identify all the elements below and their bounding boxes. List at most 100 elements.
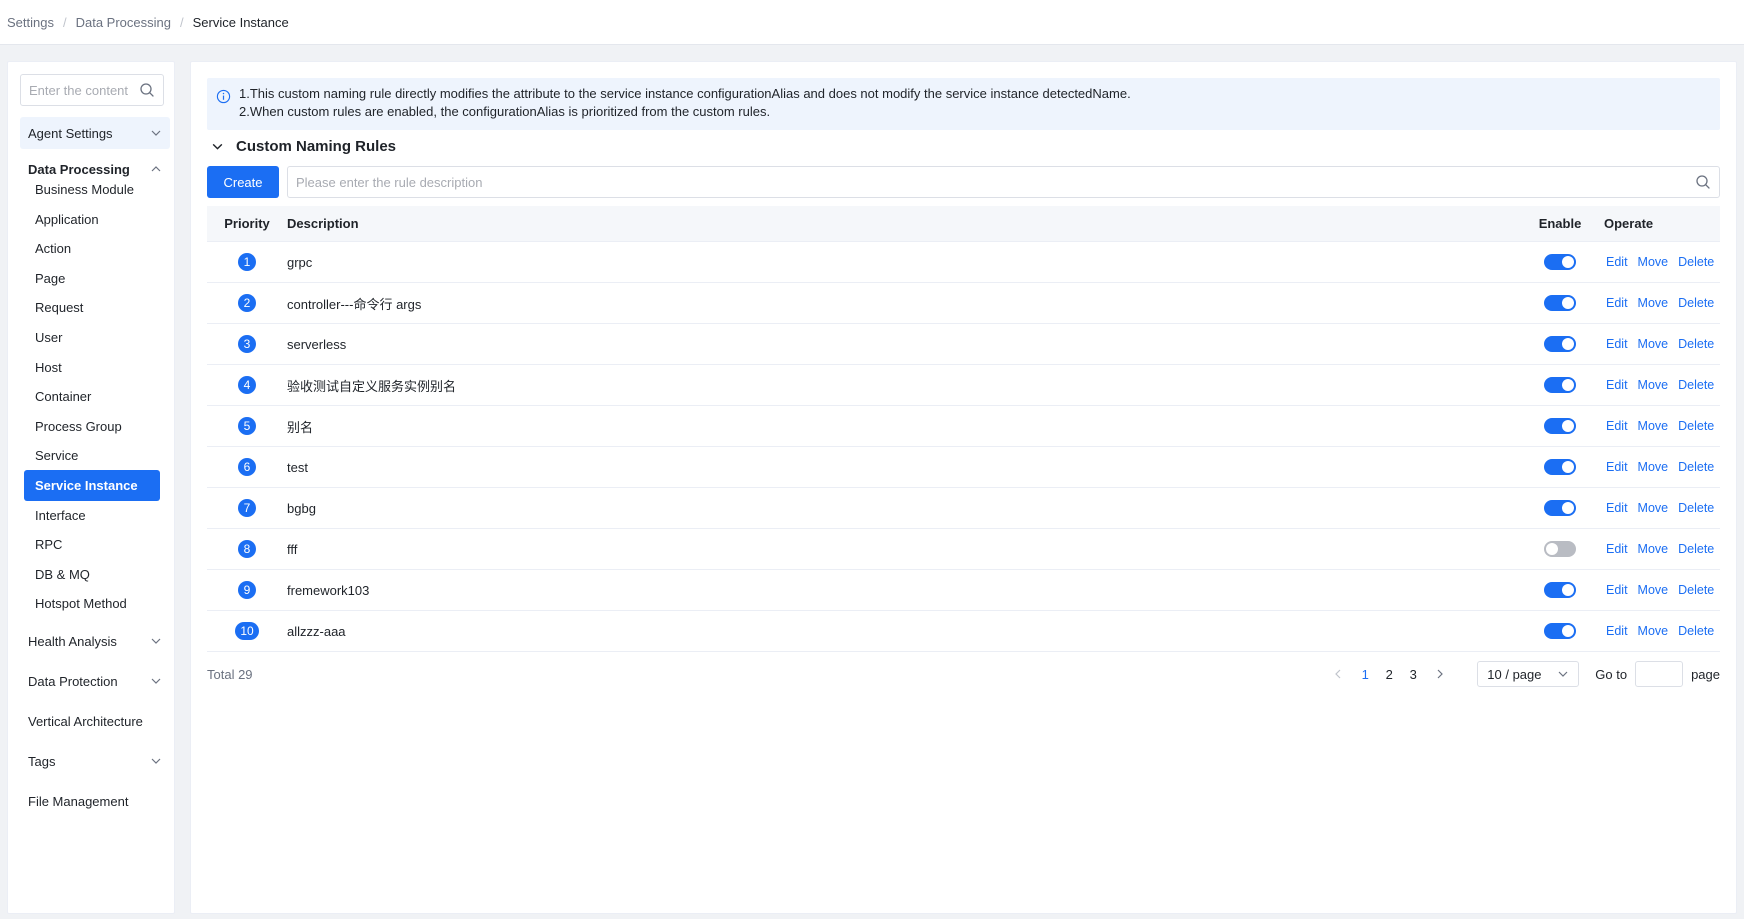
edit-link[interactable]: Edit [1606,296,1628,310]
chevron-down-icon [212,143,223,150]
page-size-select[interactable]: 10 / page [1477,661,1580,687]
sidebar-group-tags[interactable]: Tags [20,745,170,777]
enable-toggle[interactable] [1544,254,1576,270]
chevron-left-icon[interactable] [1332,668,1344,680]
rule-description: fff [287,541,298,557]
info-icon [216,89,231,104]
notice-line-2: 2.When custom rules are enabled, the con… [239,104,771,119]
move-link[interactable]: Move [1638,255,1669,269]
sidebar-item-host[interactable]: Host [24,352,160,383]
edit-link[interactable]: Edit [1606,624,1628,638]
delete-link[interactable]: Delete [1678,255,1714,269]
sidebar-group-data-protection[interactable]: Data Protection [20,665,170,697]
sidebar-search-input[interactable] [29,82,139,98]
table-row: 5 别名 Edit Move Delete [207,406,1720,447]
search-icon[interactable] [1695,174,1711,190]
section-custom-naming-rules[interactable]: Custom Naming Rules [211,134,396,158]
edit-link[interactable]: Edit [1606,460,1628,474]
breadcrumb-separator: / [62,14,67,30]
sidebar-item-db-mq[interactable]: DB & MQ [24,559,160,590]
sidebar-group-health-analysis[interactable]: Health Analysis [20,625,170,657]
breadcrumb-data-processing[interactable]: Data Processing [76,15,171,30]
edit-link[interactable]: Edit [1606,419,1628,433]
table-row: 3 serverless Edit Move Delete [207,324,1720,365]
goto-label: Go to [1595,666,1628,682]
search-icon[interactable] [139,82,155,98]
edit-link[interactable]: Edit [1606,378,1628,392]
chevron-right-icon[interactable] [1434,668,1446,680]
rule-description: grpc [287,254,313,270]
sidebar-item-business-module[interactable]: Business Module [24,174,160,205]
enable-toggle[interactable] [1544,582,1576,598]
edit-link[interactable]: Edit [1606,542,1628,556]
delete-link[interactable]: Delete [1678,583,1714,597]
chevron-down-icon [1558,671,1568,677]
table-row: 4 验收测试自定义服务实例别名 Edit Move Delete [207,365,1720,406]
page-number[interactable]: 3 [1401,667,1425,682]
move-link[interactable]: Move [1638,501,1669,515]
move-link[interactable]: Move [1638,542,1669,556]
page-size-value: 10 / page [1487,666,1542,682]
delete-link[interactable]: Delete [1678,542,1714,556]
sidebar-item-vertical-architecture[interactable]: Vertical Architecture [20,705,170,737]
sidebar-item-application[interactable]: Application [24,204,160,235]
delete-link[interactable]: Delete [1678,460,1714,474]
delete-link[interactable]: Delete [1678,624,1714,638]
edit-link[interactable]: Edit [1606,583,1628,597]
chevron-down-icon [151,678,161,684]
create-button[interactable]: Create [207,166,279,198]
edit-link[interactable]: Edit [1606,337,1628,351]
rule-description: 别名 [287,419,314,435]
delete-link[interactable]: Delete [1678,378,1714,392]
rule-description: controller---命令行 args [287,296,422,312]
move-link[interactable]: Move [1638,460,1669,474]
sidebar-item-service[interactable]: Service [24,440,160,471]
breadcrumb: Settings / Data Processing / Service Ins… [0,0,1744,45]
sidebar-item-page[interactable]: Page [24,263,160,294]
header-priority: Priority [224,216,270,231]
rule-search-input[interactable] [296,174,1695,190]
main-panel: 1.This custom naming rule directly modif… [190,61,1737,914]
sidebar-item-interface[interactable]: Interface [24,500,160,531]
enable-toggle[interactable] [1544,295,1576,311]
breadcrumb-settings[interactable]: Settings [7,15,54,30]
sidebar-search [20,74,164,106]
enable-toggle[interactable] [1544,459,1576,475]
edit-link[interactable]: Edit [1606,501,1628,515]
delete-link[interactable]: Delete [1678,296,1714,310]
goto-page-input[interactable] [1635,661,1684,687]
page-number[interactable]: 2 [1377,667,1401,682]
edit-link[interactable]: Edit [1606,255,1628,269]
sidebar-item-rpc[interactable]: RPC [24,529,160,560]
move-link[interactable]: Move [1638,296,1669,310]
sidebar-item-service-instance[interactable]: Service Instance [24,470,160,501]
move-link[interactable]: Move [1638,583,1669,597]
enable-toggle[interactable] [1544,623,1576,639]
enable-toggle[interactable] [1544,336,1576,352]
page-number[interactable]: 1 [1353,667,1377,682]
sidebar-item-hotspot-method[interactable]: Hotspot Method [24,588,160,619]
sidebar-item-user[interactable]: User [24,322,160,353]
sidebar-item-action[interactable]: Action [24,233,160,264]
enable-toggle[interactable] [1544,377,1576,393]
priority-badge: 10 [235,622,259,640]
move-link[interactable]: Move [1638,337,1669,351]
priority-badge: 3 [238,335,256,353]
move-link[interactable]: Move [1638,419,1669,433]
move-link[interactable]: Move [1638,624,1669,638]
sidebar-item-file-management[interactable]: File Management [20,785,170,817]
priority-badge: 8 [238,540,256,558]
sidebar-item-request[interactable]: Request [24,292,160,323]
delete-link[interactable]: Delete [1678,501,1714,515]
sidebar-item-container[interactable]: Container [24,381,160,412]
sidebar-group-agent-settings[interactable]: Agent Settings [20,117,170,149]
enable-toggle[interactable] [1544,541,1576,557]
enable-toggle[interactable] [1544,418,1576,434]
sidebar-item-process-group[interactable]: Process Group [24,411,160,442]
delete-link[interactable]: Delete [1678,419,1714,433]
chevron-down-icon [151,638,161,644]
delete-link[interactable]: Delete [1678,337,1714,351]
enable-toggle[interactable] [1544,500,1576,516]
move-link[interactable]: Move [1638,378,1669,392]
rule-description: 验收测试自定义服务实例别名 [287,378,457,394]
